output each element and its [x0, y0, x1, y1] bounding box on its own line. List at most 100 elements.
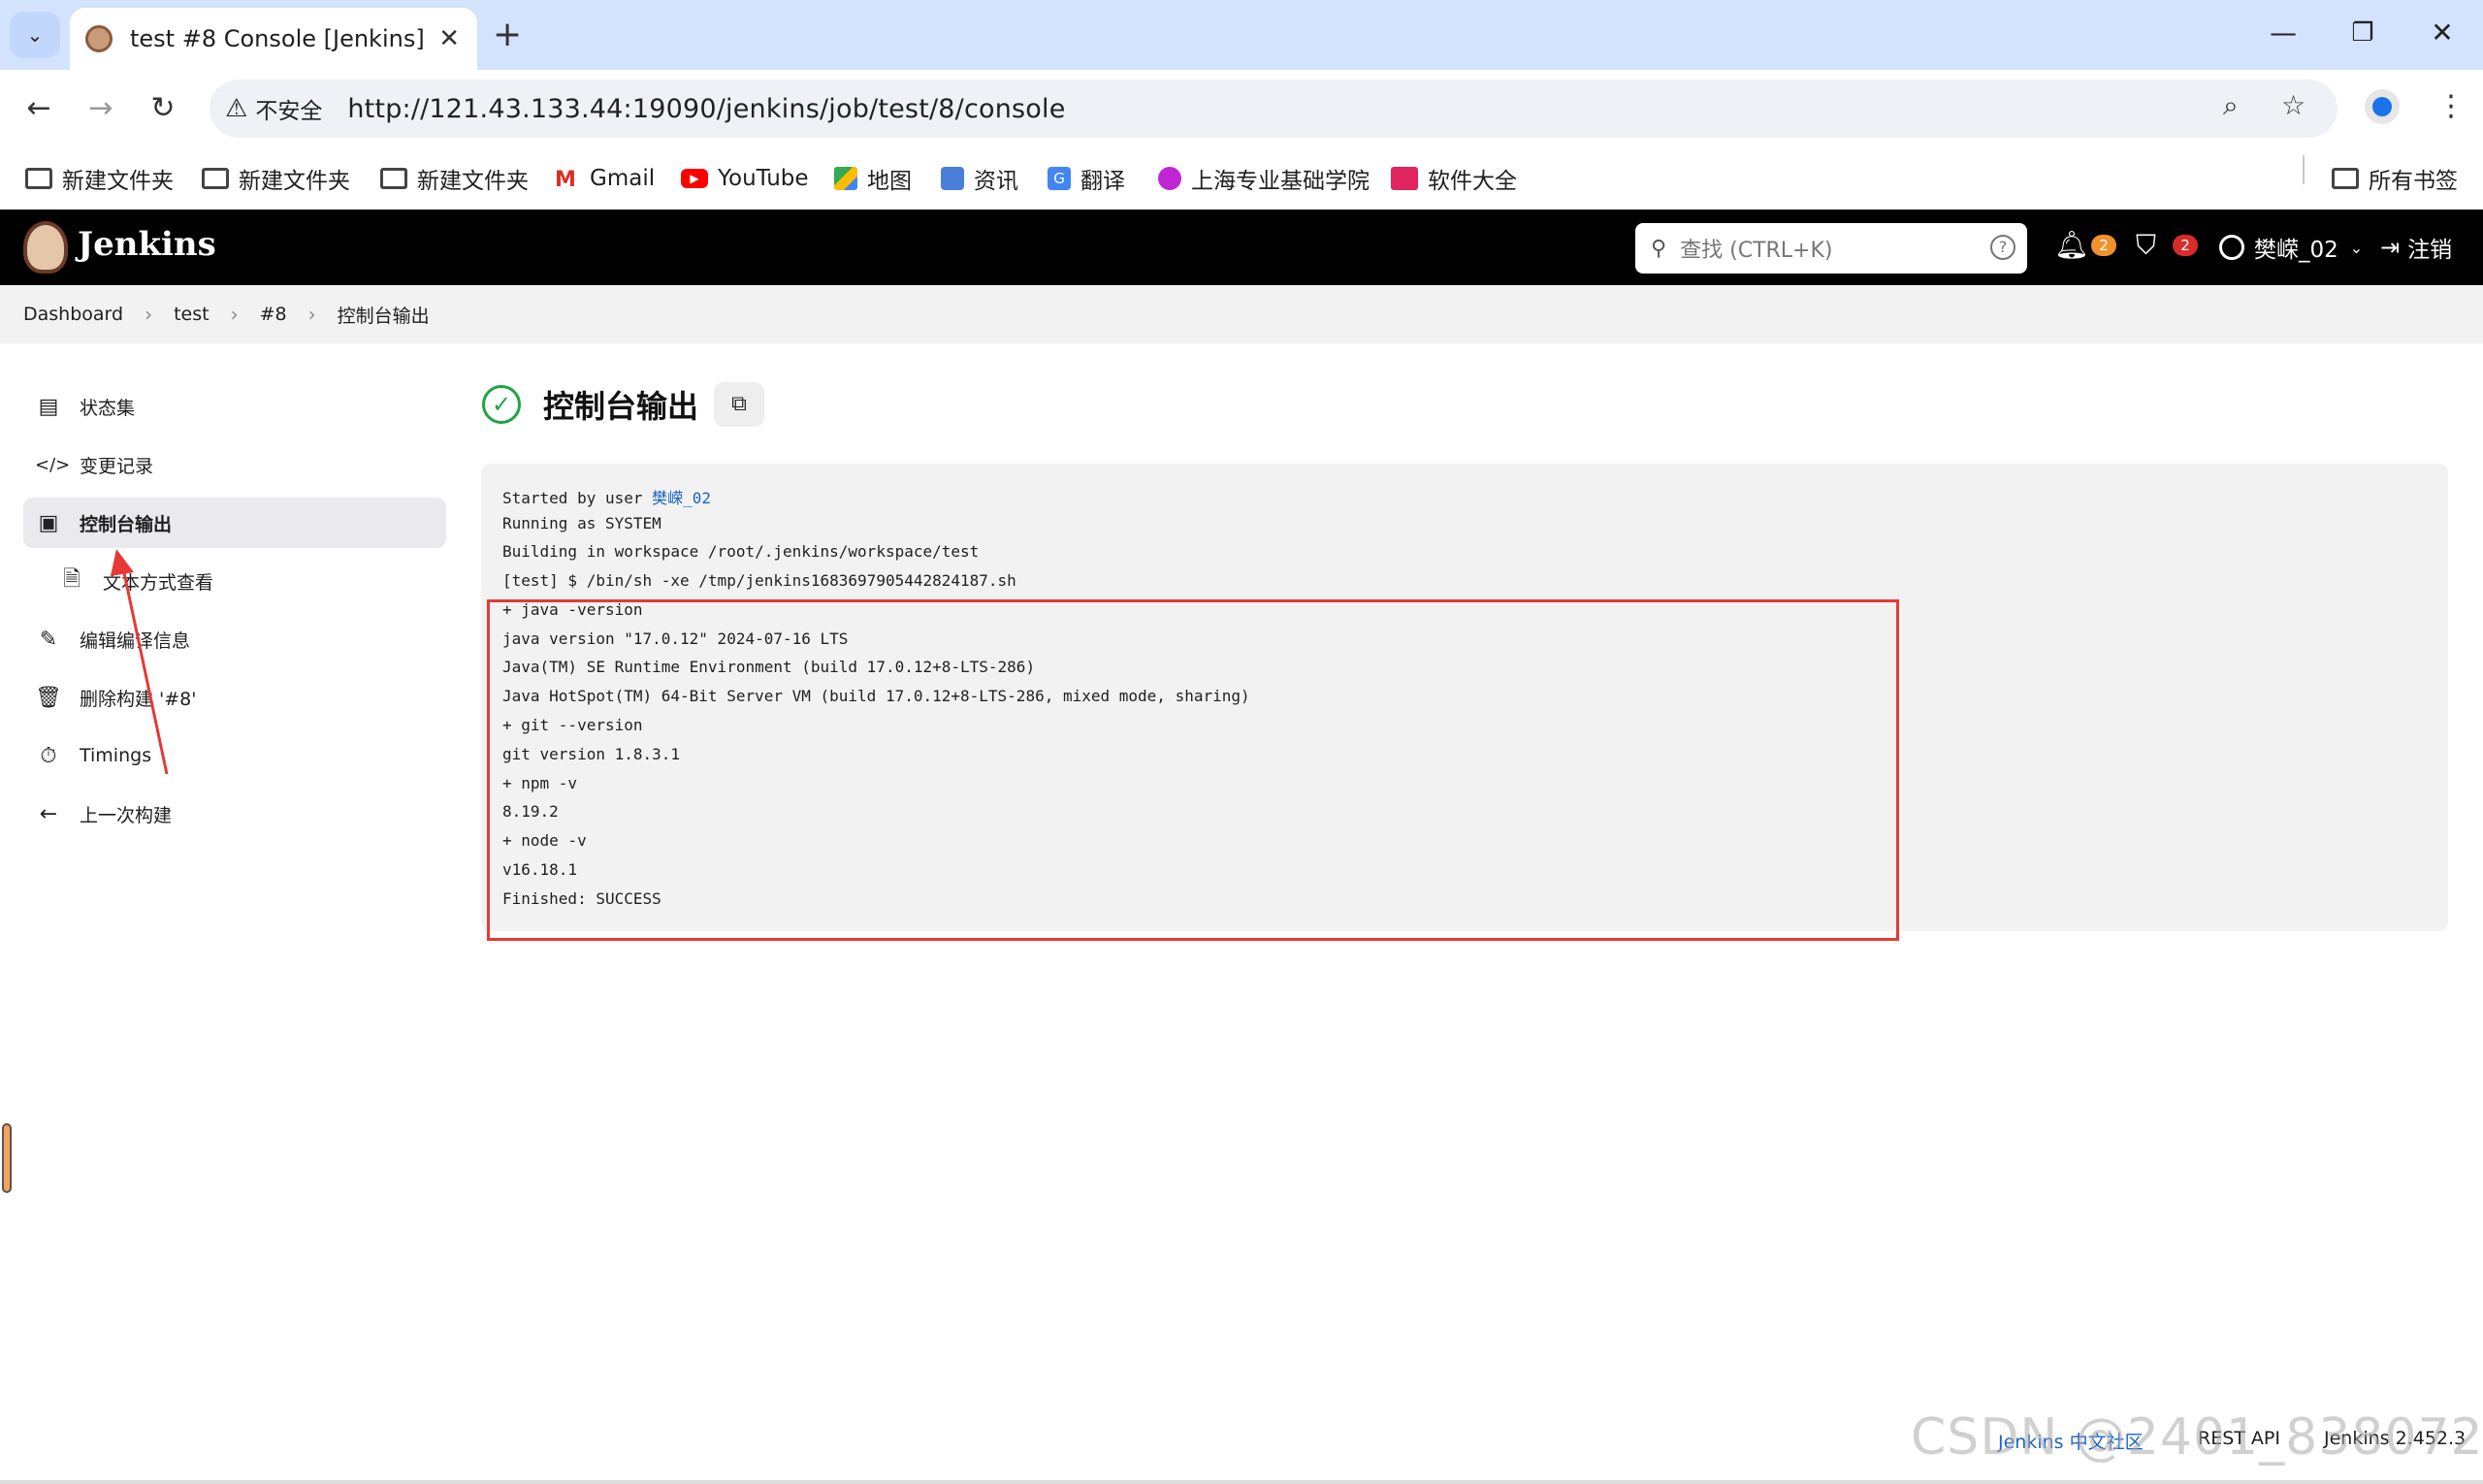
- copy-button[interactable]: ⧉: [714, 382, 764, 427]
- back-icon[interactable]: ←: [19, 89, 58, 128]
- user-menu[interactable]: 樊嵘_02 ⌄: [2219, 231, 2363, 264]
- bookmark-gmail[interactable]: M Gmail: [555, 159, 655, 198]
- breadcrumb-job[interactable]: test: [174, 304, 210, 325]
- logout-button[interactable]: ⇥ 注销: [2380, 231, 2452, 264]
- jenkins-favicon-icon: [85, 25, 113, 52]
- insecure-label[interactable]: 不安全: [255, 92, 322, 125]
- breadcrumb-console[interactable]: 控制台输出: [338, 302, 430, 328]
- bookmark-label: 新建文件夹: [417, 169, 529, 194]
- edit-icon: ✎: [39, 627, 58, 652]
- breadcrumb-dashboard[interactable]: Dashboard: [23, 304, 123, 325]
- news-icon: [941, 167, 964, 190]
- bookmark-label: 资讯: [974, 169, 1018, 194]
- star-icon[interactable]: ☆: [2281, 89, 2306, 121]
- side-item-label: 删除构建 '#8': [80, 688, 197, 710]
- user-name: 樊嵘_02: [2254, 238, 2338, 263]
- side-item-label: Timings: [80, 745, 152, 766]
- bell-icon[interactable]: 🔔︎: [2054, 229, 2089, 261]
- bookmark-site[interactable]: 上海专业基础学院: [1158, 159, 1370, 198]
- arrow-left-icon: ←: [39, 801, 58, 826]
- security-badge: 2: [2173, 235, 2198, 256]
- scrollbar-thumb[interactable]: [2, 1123, 12, 1193]
- software-icon: [1391, 167, 1418, 190]
- reload-icon[interactable]: ↻: [144, 89, 182, 128]
- translate-icon: G: [1048, 167, 1071, 190]
- side-item-status[interactable]: ▤ 状态集: [23, 381, 135, 432]
- bookmark-translate[interactable]: G 翻译: [1048, 159, 1125, 198]
- side-item-changes[interactable]: </> 变更记录: [23, 439, 153, 490]
- folder-icon: [25, 168, 52, 189]
- chevron-right-icon: ›: [307, 303, 316, 326]
- chevron-right-icon: ›: [145, 303, 153, 326]
- annotation-highlight-box: [487, 599, 1899, 941]
- minimize-button[interactable]: —: [2254, 12, 2312, 54]
- side-item-label: 上一次构建: [80, 804, 173, 826]
- tab-search-button[interactable]: ⌄: [10, 12, 60, 58]
- logout-label: 注销: [2407, 238, 2453, 263]
- side-item-timings[interactable]: ⏱︎ Timings: [23, 730, 151, 781]
- bookmark-label: 新建文件夹: [62, 169, 174, 194]
- side-item-plain-text[interactable]: 🗎 文本方式查看: [47, 556, 213, 606]
- terminal-icon: ▣: [38, 510, 59, 535]
- jenkins-logo-icon[interactable]: [23, 221, 68, 274]
- bottom-divider: [0, 1480, 2483, 1484]
- forward-icon[interactable]: →: [81, 89, 120, 128]
- bookmark-folder-2[interactable]: 新建文件夹: [202, 159, 350, 198]
- bookmarks-bar: 新建文件夹 新建文件夹 新建文件夹 M Gmail ▶ YouTube 地图 资…: [0, 147, 2483, 210]
- youtube-icon: ▶: [681, 169, 708, 188]
- breadcrumb-build[interactable]: #8: [260, 304, 287, 325]
- bookmark-label: 新建文件夹: [239, 169, 350, 194]
- chevron-down-icon: ⌄: [2349, 238, 2364, 257]
- help-icon[interactable]: ?: [1990, 235, 2015, 260]
- console-line: [test] $ /bin/sh -xe /tmp/jenkins1683697…: [502, 571, 1016, 590]
- bookmark-label: 软件大全: [1428, 169, 1517, 194]
- side-item-label: 状态集: [80, 397, 136, 419]
- url-text[interactable]: http://121.43.133.44:19090/jenkins/job/t…: [347, 94, 1065, 124]
- side-item-delete-build[interactable]: 🗑︎ 删除构建 '#8': [23, 672, 197, 723]
- browser-tab[interactable]: test #8 Console [Jenkins] ✕: [70, 8, 477, 70]
- folder-icon: [202, 168, 229, 189]
- profile-avatar[interactable]: [2365, 89, 2400, 124]
- success-check-icon: ✓: [482, 385, 521, 424]
- bookmark-youtube[interactable]: ▶ YouTube: [681, 159, 809, 198]
- side-item-console[interactable]: ▣ 控制台输出: [23, 498, 446, 548]
- zoom-icon[interactable]: ⌕: [2223, 89, 2239, 122]
- search-box[interactable]: ⚲ 查找 (CTRL+K) ?: [1635, 223, 2027, 274]
- new-tab-button[interactable]: +: [493, 14, 522, 56]
- search-input[interactable]: 查找 (CTRL+K): [1680, 233, 1832, 264]
- chevron-down-icon: ⌄: [26, 23, 44, 47]
- bookmark-maps[interactable]: 地图: [834, 159, 912, 198]
- console-text: Started by user: [502, 489, 653, 507]
- document-icon: ▤: [38, 394, 59, 419]
- window-close-button[interactable]: ✕: [2413, 12, 2471, 54]
- bookmark-folder-1[interactable]: 新建文件夹: [25, 159, 174, 198]
- search-icon: ⚲: [1651, 236, 1667, 261]
- menu-kebab-icon[interactable]: ⋮: [2436, 89, 2466, 123]
- side-item-label: 控制台输出: [80, 513, 173, 535]
- bookmark-folder-3[interactable]: 新建文件夹: [380, 159, 529, 198]
- bookmarks-separator: [2303, 155, 2305, 184]
- browser-tab-strip: ⌄ test #8 Console [Jenkins] ✕ + — ❐ ✕: [0, 0, 2483, 70]
- breadcrumb: Dashboard › test › #8 › 控制台输出: [0, 285, 2483, 343]
- all-bookmarks[interactable]: 所有书签: [2332, 159, 2458, 198]
- chevron-right-icon: ›: [230, 303, 239, 326]
- notifications-badge: 2: [2091, 235, 2116, 256]
- address-bar[interactable]: ⚠ 不安全 http://121.43.133.44:19090/jenkins…: [210, 80, 2338, 138]
- side-item-previous-build[interactable]: ← 上一次构建: [23, 789, 172, 839]
- tab-title: test #8 Console [Jenkins]: [130, 25, 425, 52]
- shield-icon[interactable]: ⛉: [2136, 229, 2156, 262]
- folder-icon: [2332, 168, 2359, 189]
- restore-button[interactable]: ❐: [2334, 12, 2392, 54]
- stopwatch-icon: ⏱︎: [40, 743, 57, 768]
- bookmark-label: YouTube: [718, 166, 809, 191]
- bookmark-label: 地图: [867, 169, 912, 194]
- bookmark-software[interactable]: 软件大全: [1391, 159, 1517, 198]
- bookmark-news[interactable]: 资讯: [941, 159, 1018, 198]
- console-line: Building in workspace /root/.jenkins/wor…: [502, 542, 980, 561]
- jenkins-brand[interactable]: Jenkins: [78, 225, 216, 264]
- side-item-label: 变更记录: [80, 455, 154, 477]
- close-tab-icon[interactable]: ✕: [438, 23, 460, 54]
- started-user-link[interactable]: 樊嵘_02: [652, 489, 711, 507]
- side-item-edit-info[interactable]: ✎ 编辑编译信息: [23, 614, 190, 664]
- folder-icon: [380, 168, 407, 189]
